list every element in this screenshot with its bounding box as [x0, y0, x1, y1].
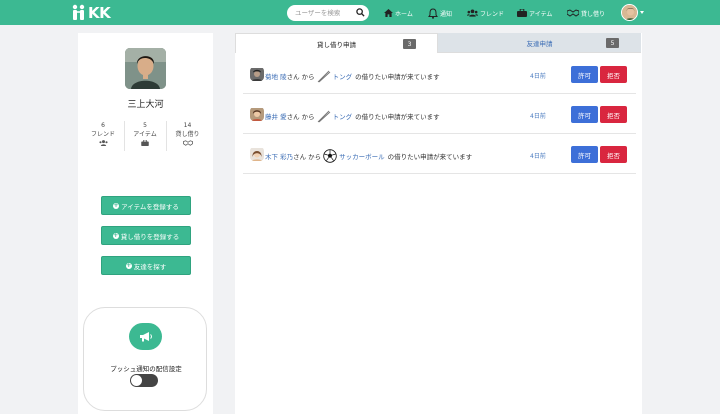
stat-items-label: アイテム: [133, 131, 157, 138]
register-lend-button[interactable]: + 貸し借りを登録する: [101, 226, 191, 245]
request-time: 4日前: [530, 73, 546, 80]
tab-lending-requests[interactable]: 貸し借り申請 3: [235, 33, 438, 53]
nav-home-label: ホーム: [395, 10, 413, 18]
request-message: 木下 彩乃 さん から サッカーボール の借りたい申請が来ています: [265, 149, 472, 163]
find-friends-label: 友達を探す: [133, 262, 167, 271]
request-row: 木下 彩乃 さん から サッカーボール の借りたい申請が来ています 4日前 許可…: [243, 134, 636, 174]
approve-button[interactable]: 許可: [571, 146, 598, 163]
profile-photo[interactable]: [125, 48, 166, 89]
stat-friends-count: 6: [101, 122, 105, 129]
nav-lending[interactable]: 貸し借り: [567, 6, 605, 20]
handshake-icon: [567, 9, 579, 17]
briefcase-icon: [517, 9, 527, 17]
find-friends-button[interactable]: + 友達を探す: [101, 256, 191, 275]
toggle-knob: [131, 375, 142, 386]
profile-panel: 三上大河 6 フレンド 5 アイテム 14 貸し借り + アイテムを登録する +…: [78, 33, 213, 414]
from-text: さん から: [293, 153, 322, 161]
stat-friends-label: フレンド: [90, 131, 115, 138]
tab-lending-requests-label: 貸し借り申請: [317, 40, 356, 49]
users-icon: [467, 9, 478, 17]
user-search[interactable]: [287, 5, 369, 21]
item-link[interactable]: トング: [333, 111, 353, 121]
count-badge: 3: [403, 39, 416, 49]
user-menu-avatar[interactable]: [621, 4, 638, 21]
avatar: [125, 48, 166, 89]
requests-panel: 貸し借り申請 3 友達申請 5 菊地 陵 さん から トング の借りたい申請が来…: [235, 33, 642, 414]
app-logo[interactable]: KK: [71, 3, 111, 22]
nav-friends[interactable]: フレンド: [467, 6, 504, 20]
from-text: さん から: [286, 113, 315, 121]
register-lend-label: 貸し借りを登録する: [120, 232, 180, 241]
item-link[interactable]: サッカーボール: [339, 151, 385, 161]
request-message: 菊地 陵 さん から トング の借りたい申請が来ています: [265, 69, 440, 83]
top-navbar: KK ホーム 通知 フレンド アイテム 貸し借り: [0, 0, 720, 25]
tongs-icon: [317, 70, 330, 83]
stat-lending-count: 14: [183, 122, 192, 129]
handshake-icon: [182, 140, 193, 146]
tab-friend-requests-label: 友達申請: [526, 39, 553, 48]
tab-friend-requests[interactable]: 友達申請 5: [438, 33, 641, 53]
count-badge: 5: [606, 38, 619, 48]
reject-button[interactable]: 拒否: [600, 146, 627, 163]
plus-circle-icon: +: [113, 201, 120, 209]
stat-items[interactable]: 5 アイテム: [125, 121, 167, 151]
avatar[interactable]: [250, 107, 264, 121]
nav-items-label: アイテム: [529, 10, 553, 18]
stat-items-count: 5: [143, 122, 147, 129]
request-row: 藤井 愛 さん から トング の借りたい申請が来ています 4日前 許可 拒否: [243, 94, 636, 134]
message-text: の借りたい申請が来ています: [355, 73, 440, 81]
profile-name: 三上大河: [127, 100, 164, 110]
request-time: 4日前: [530, 113, 546, 120]
nav-notifications[interactable]: 通知: [428, 6, 452, 20]
nav-items[interactable]: アイテム: [517, 6, 552, 20]
search-icon[interactable]: [356, 8, 365, 17]
approve-button[interactable]: 許可: [571, 106, 598, 123]
item-link[interactable]: トング: [333, 71, 353, 81]
soccer-ball-icon: [323, 149, 337, 163]
nav-lending-label: 貸し借り: [581, 10, 606, 18]
requester-link[interactable]: 藤井 愛: [265, 111, 287, 121]
home-icon: [384, 9, 393, 17]
briefcase-icon: [141, 140, 149, 146]
plus-circle-icon: +: [125, 261, 132, 269]
avatar[interactable]: [250, 147, 264, 161]
profile-stats: 6 フレンド 5 アイテム 14 貸し借り: [78, 121, 213, 151]
megaphone-icon: [129, 323, 162, 350]
tongs-icon: [317, 110, 330, 123]
chevron-down-icon[interactable]: [640, 11, 644, 14]
message-text: の借りたい申請が来ています: [387, 153, 473, 161]
nav-notifications-label: 通知: [440, 10, 453, 18]
reject-button[interactable]: 拒否: [600, 106, 627, 123]
message-text: の借りたい申請が来ています: [355, 113, 440, 121]
nav-friends-label: フレンド: [480, 10, 505, 18]
search-input[interactable]: [295, 9, 355, 17]
stat-friends[interactable]: 6 フレンド: [83, 121, 125, 151]
people-logo-icon: [72, 4, 85, 20]
register-item-label: アイテムを登録する: [121, 202, 179, 211]
avatar[interactable]: [250, 67, 264, 81]
approve-button[interactable]: 許可: [571, 66, 598, 83]
plus-circle-icon: +: [112, 231, 119, 239]
reject-button[interactable]: 拒否: [600, 66, 627, 83]
request-tabs: 貸し借り申請 3 友達申請 5: [235, 33, 642, 53]
bell-icon: [428, 7, 438, 19]
logo-text: KK: [88, 3, 111, 22]
stat-lending-label: 貸し借り: [175, 131, 200, 138]
users-icon: [98, 140, 108, 146]
push-toggle[interactable]: [130, 374, 158, 387]
requester-link[interactable]: 菊地 陵: [265, 71, 287, 81]
register-item-button[interactable]: + アイテムを登録する: [101, 196, 191, 215]
push-settings-label: プッシュ通知の配信設定: [110, 365, 182, 373]
avatar: [622, 5, 637, 20]
push-settings-card: プッシュ通知の配信設定: [83, 307, 207, 411]
nav-home[interactable]: ホーム: [384, 6, 413, 20]
request-message: 藤井 愛 さん から トング の借りたい申請が来ています: [265, 109, 440, 123]
stat-lending[interactable]: 14 貸し借り: [167, 121, 209, 151]
requester-link[interactable]: 木下 彩乃: [265, 151, 293, 161]
request-row: 菊地 陵 さん から トング の借りたい申請が来ています 4日前 許可 拒否: [243, 54, 636, 94]
from-text: さん から: [286, 73, 315, 81]
request-time: 4日前: [530, 153, 546, 160]
